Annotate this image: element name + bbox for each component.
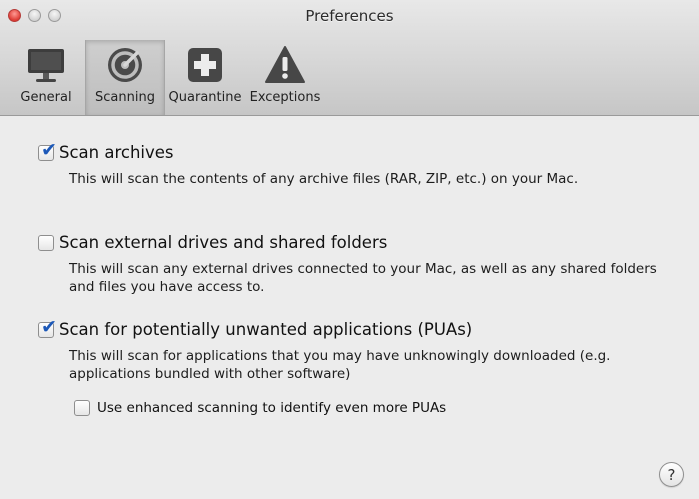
option-enhanced-pua-scanning: Use enhanced scanning to identify even m… (74, 400, 446, 416)
option-scan-archives: ✔ Scan archives This will scan the conte… (38, 140, 669, 188)
scan-external-drives-label[interactable]: Scan external drives and shared folders (59, 233, 387, 252)
tab-scanning[interactable]: Scanning (85, 40, 165, 115)
title-bar: Preferences General Scanning Quarantine … (0, 0, 699, 116)
scan-radar-icon (102, 42, 148, 88)
option-scan-external-drives: Scan external drives and shared folders … (38, 233, 669, 296)
checkmark-icon: ✔ (41, 315, 57, 338)
scan-external-drives-checkbox[interactable] (38, 234, 54, 251)
enhanced-pua-scanning-checkbox[interactable] (74, 400, 90, 416)
tab-scanning-label: Scanning (95, 90, 155, 105)
enhanced-pua-scanning-label[interactable]: Use enhanced scanning to identify even m… (97, 400, 446, 416)
scan-external-drives-description: This will scan any external drives conne… (69, 261, 657, 295)
scan-puas-description: This will scan for applications that you… (69, 348, 611, 382)
preferences-window: Preferences General Scanning Quarantine … (0, 0, 699, 499)
scanning-pane: ✔ Scan archives This will scan the conte… (0, 117, 699, 499)
tab-general-label: General (20, 90, 72, 105)
tab-quarantine[interactable]: Quarantine (165, 40, 245, 115)
checkmark-icon: ✔ (41, 138, 57, 161)
option-scan-puas: ✔ Scan for potentially unwanted applicat… (38, 317, 669, 383)
scan-archives-label[interactable]: Scan archives (59, 143, 174, 162)
help-button[interactable]: ? (659, 462, 684, 487)
tab-exceptions-label: Exceptions (249, 90, 321, 105)
scan-archives-description: This will scan the contents of any archi… (69, 171, 579, 187)
warning-triangle-icon (262, 42, 308, 88)
tab-exceptions[interactable]: Exceptions (245, 40, 325, 115)
window-title: Preferences (305, 7, 394, 25)
tab-general[interactable]: General (7, 40, 85, 115)
scan-puas-checkbox[interactable]: ✔ (38, 317, 57, 338)
scan-puas-label[interactable]: Scan for potentially unwanted applicatio… (59, 320, 472, 339)
tab-quarantine-label: Quarantine (168, 90, 242, 105)
monitor-icon (23, 42, 69, 88)
preferences-toolbar: General Scanning Quarantine Exceptions (7, 40, 325, 115)
plus-cross-icon (182, 42, 228, 88)
scan-archives-checkbox[interactable]: ✔ (38, 140, 57, 161)
